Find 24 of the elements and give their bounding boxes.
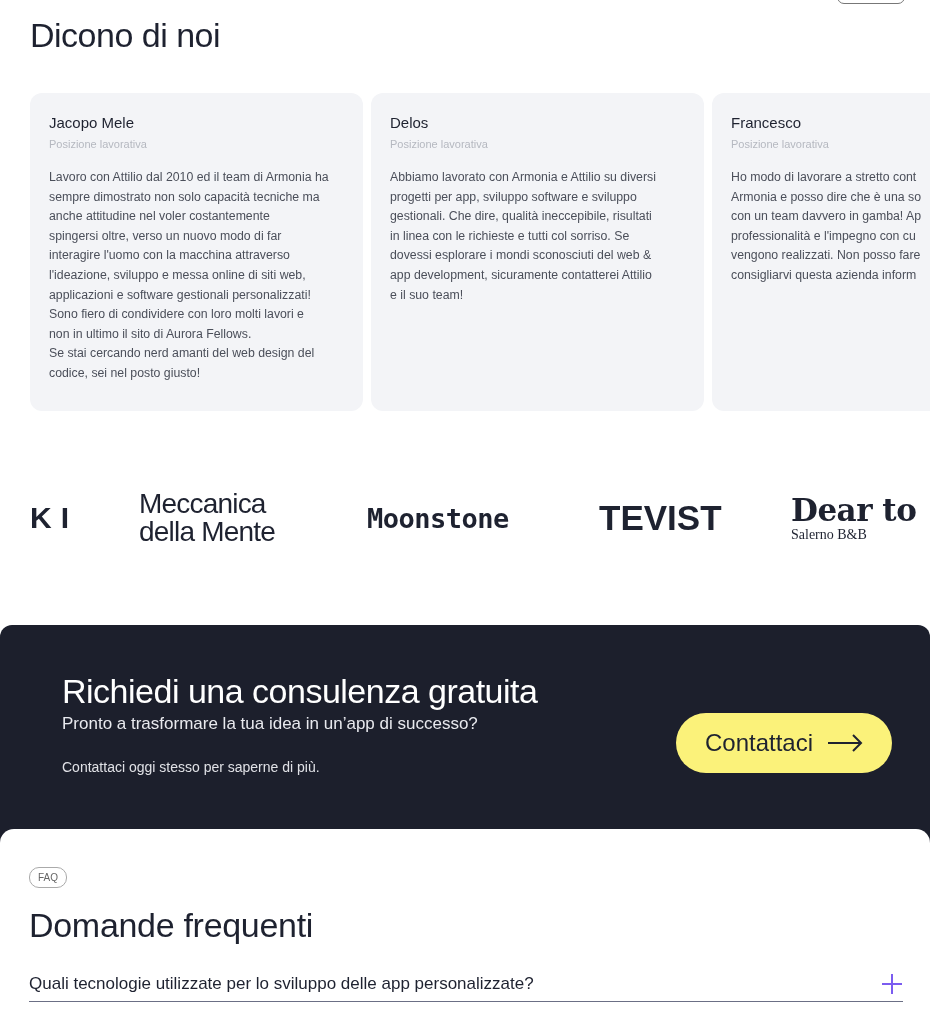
author-name: Francesco [731,113,803,133]
brand-logo-text: Dear to [791,493,917,527]
testimonial-text: Lavoro con Attilio dal 2010 ed il team di Armonia ha sempre dimostrato non solo capacità tecniche ma anche attitudine nel voler costantemente spingersi oltre, verso un nuovo modo di far interagire l'uomo con la macchina attraverso l'ideazione, sviluppo e messa online di siti web, applicazioni e software gestionali personalizzati! Sono fiero di condividere con loro molti lavori e non in ultimo il sito di Aurora Fellows. Se stai cercando nerd amanti del web design del codice, sei nel posto giusto! [49,169,330,382]
brand-tagline: Salerno B&B [791,527,868,543]
arrow-right-icon [827,734,864,752]
brand-logo-text: Meccanica della Mente [139,490,276,546]
author-name: Jacopo Mele [49,113,136,133]
brand-logo-text: Moonstone [367,502,510,534]
faq-tag: FAQ [29,867,67,888]
cta-subtitle: Pronto a trasformare la tua idea in un’app di successo? [62,713,479,735]
faq-question[interactable]: Quali tecnologie utilizzate per lo sviluppo delle app personalizzate? [29,973,903,1002]
contact-button[interactable]: Contattaci [676,713,892,773]
brand-logo-text: TEVIST [599,498,723,538]
cta-title: Richiedi una consulenza gratuita [62,671,538,712]
author-role: Posizione lavorativa [49,137,148,152]
testimonial-text: Ho modo di lavorare a stretto cont Armonia e posso dire che è una so con un team davvero in gamba! Ap professionalità e l'impegno con cu vengono realizzati. Non posso fare consigliarvi questa azienda inform [731,169,923,284]
brand-logo-text: KI [29,501,79,535]
testimonial-text: Abbiamo lavorato con Armonia e Attilio su diversi progetti per app, sviluppo software e sviluppo gestionali. Che dire, qualità ineccepibile, risultati in linea con le richieste e tutti col sorriso. Se dovessi esplorare i mondi sconosciuti del web & app development, sicuramente contatterei Attilio e il suo team! [390,169,657,304]
section-title: Dicono di noi [30,15,222,56]
author-name: Delos [390,113,430,133]
author-role: Posizione lavorativa [390,137,489,152]
section-title: Domande frequenti [29,905,315,945]
cta-note: Contattaci oggi stesso per saperne di più. [62,759,321,775]
author-role: Posizione lavorativa [731,137,830,152]
